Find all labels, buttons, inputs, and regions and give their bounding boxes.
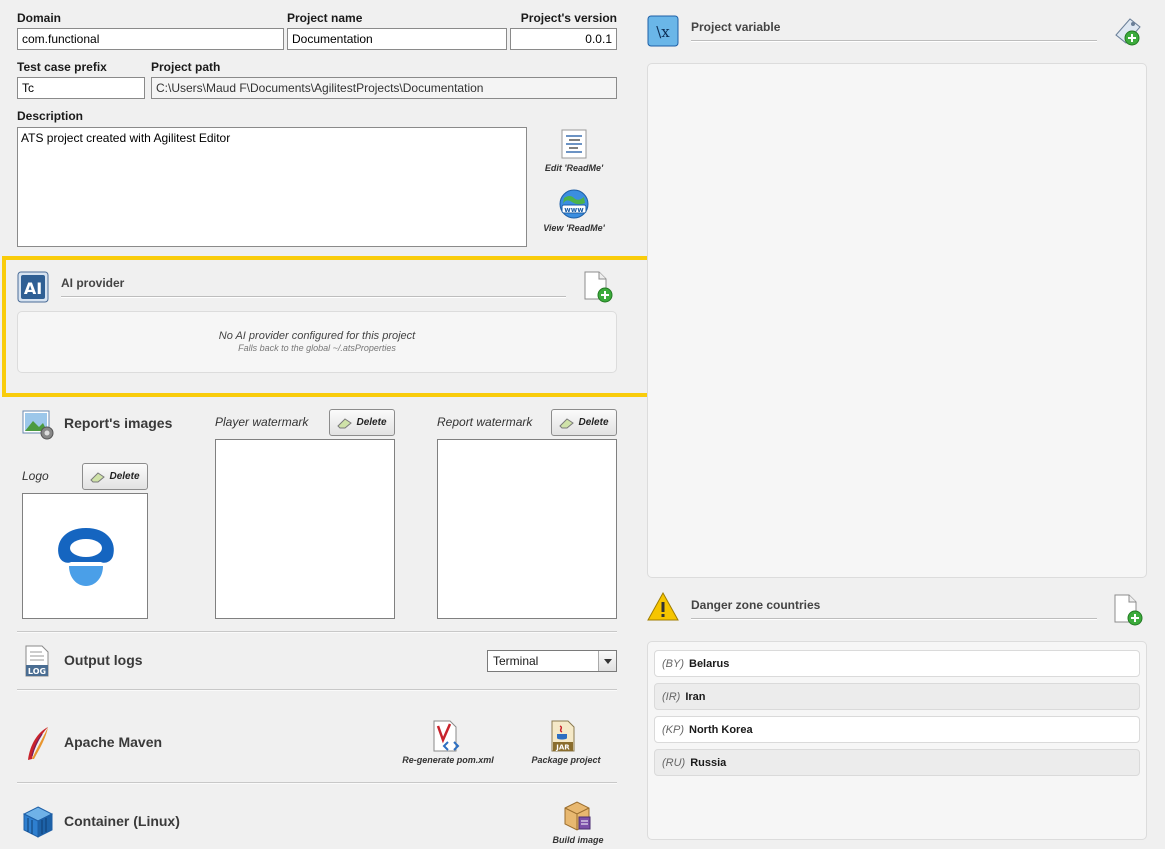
svg-text:LOG: LOG <box>28 667 46 676</box>
country-item[interactable]: (IR) Iran <box>654 683 1140 710</box>
apache-feather-icon <box>28 727 48 760</box>
package-project-label: Package project <box>531 755 601 765</box>
player-watermark-label: Player watermark <box>215 415 309 429</box>
svg-text:AI: AI <box>24 279 42 298</box>
project-version-field[interactable] <box>510 28 617 50</box>
player-watermark-image[interactable] <box>215 439 395 619</box>
edit-readme-label: Edit 'ReadMe' <box>544 163 604 173</box>
country-name: Iran <box>685 690 706 703</box>
add-ai-provider-icon[interactable] <box>583 271 613 303</box>
ai-chip-icon: AI <box>17 271 49 303</box>
country-name: North Korea <box>689 723 753 736</box>
log-file-icon: LOG <box>25 645 49 677</box>
country-name: Russia <box>690 756 727 769</box>
country-code: (BY) <box>662 657 684 670</box>
eraser-icon <box>559 417 575 428</box>
project-name-field[interactable] <box>287 28 507 50</box>
eraser-icon <box>90 471 106 482</box>
delete-label: Delete <box>356 417 387 428</box>
ai-provider-list: No AI provider configured for this proje… <box>17 311 617 373</box>
delete-report-watermark-button[interactable]: Delete <box>551 409 617 436</box>
add-variable-icon[interactable] <box>1112 15 1144 47</box>
domain-field[interactable] <box>17 28 284 50</box>
edit-readme-icon <box>561 129 587 159</box>
description-label: Description <box>17 109 84 123</box>
country-item[interactable]: (KP) North Korea <box>654 716 1140 743</box>
delete-logo-button[interactable]: Delete <box>82 463 148 490</box>
logo-image[interactable] <box>22 493 148 619</box>
svg-text:JAR: JAR <box>555 744 570 752</box>
build-box-icon <box>564 801 591 831</box>
country-name: Belarus <box>689 657 730 670</box>
delete-label: Delete <box>109 471 140 482</box>
country-code: (KP) <box>662 723 684 736</box>
country-code: (IR) <box>662 690 681 703</box>
ai-provider-title: AI provider <box>61 276 125 290</box>
ai-provider-fallback-note: Falls back to the global ~/.atsPropertie… <box>238 343 396 353</box>
edit-readme-button[interactable]: Edit 'ReadMe' <box>538 128 610 178</box>
build-image-button[interactable]: Build image <box>540 800 616 849</box>
section-separator <box>17 782 617 783</box>
eraser-icon <box>337 417 353 428</box>
ai-provider-empty-message: No AI provider configured for this proje… <box>218 330 416 342</box>
view-readme-button[interactable]: www View 'ReadMe' <box>538 188 610 238</box>
project-version-label: Project's version <box>520 11 617 25</box>
description-textarea[interactable]: ATS project created with Agilitest Edito… <box>17 127 527 247</box>
ai-provider-divider <box>61 296 566 297</box>
output-logs-select[interactable]: Terminal <box>487 650 617 672</box>
danger-zone-divider <box>691 618 1097 619</box>
svg-text:www: www <box>564 206 584 214</box>
report-watermark-label: Report watermark <box>437 415 533 429</box>
add-country-icon[interactable] <box>1113 594 1143 626</box>
delete-player-watermark-button[interactable]: Delete <box>329 409 395 436</box>
logo-label: Logo <box>22 469 49 483</box>
output-logs-selected-value: Terminal <box>493 654 539 668</box>
jar-file-icon: JAR <box>551 720 575 752</box>
country-code: (RU) <box>662 756 686 769</box>
chevron-down-icon[interactable] <box>598 651 616 671</box>
container-title: Container (Linux) <box>64 813 180 829</box>
build-image-label: Build image <box>552 835 604 845</box>
regenerate-pom-button[interactable]: Re-generate pom.xml <box>392 720 504 770</box>
project-variable-divider <box>691 40 1097 41</box>
apache-maven-title: Apache Maven <box>64 734 163 750</box>
domain-label: Domain <box>17 11 62 25</box>
warning-icon <box>647 592 679 621</box>
agilitest-logo-icon <box>58 528 114 586</box>
package-project-button[interactable]: JAR Package project <box>520 720 612 770</box>
project-path-field[interactable] <box>151 77 617 99</box>
section-separator <box>17 631 617 632</box>
view-readme-label: View 'ReadMe' <box>543 223 605 233</box>
report-images-title: Report's images <box>64 415 173 431</box>
country-item[interactable]: (BY) Belarus <box>654 650 1140 677</box>
report-watermark-image[interactable] <box>437 439 617 619</box>
container-cube-icon <box>23 806 53 838</box>
project-path-label: Project path <box>151 60 221 74</box>
project-variable-list <box>647 63 1147 578</box>
section-separator <box>17 689 617 690</box>
test-case-prefix-label: Test case prefix <box>17 60 107 74</box>
project-name-label: Project name <box>287 11 363 25</box>
project-variable-title: Project variable <box>691 20 781 34</box>
svg-text:\x: \x <box>656 23 670 41</box>
xml-file-icon <box>433 720 460 752</box>
output-logs-title: Output logs <box>64 652 143 668</box>
test-case-prefix-field[interactable] <box>17 77 145 99</box>
regenerate-pom-label: Re-generate pom.xml <box>402 755 494 765</box>
danger-zone-list: (BY) Belarus (IR) Iran (KP) North Korea … <box>647 641 1147 840</box>
country-item[interactable]: (RU) Russia <box>654 749 1140 776</box>
danger-zone-title: Danger zone countries <box>691 598 821 612</box>
www-globe-icon: www <box>559 189 589 219</box>
delete-label: Delete <box>578 417 609 428</box>
variable-x-icon: \x <box>647 15 679 47</box>
report-images-icon <box>22 410 54 440</box>
